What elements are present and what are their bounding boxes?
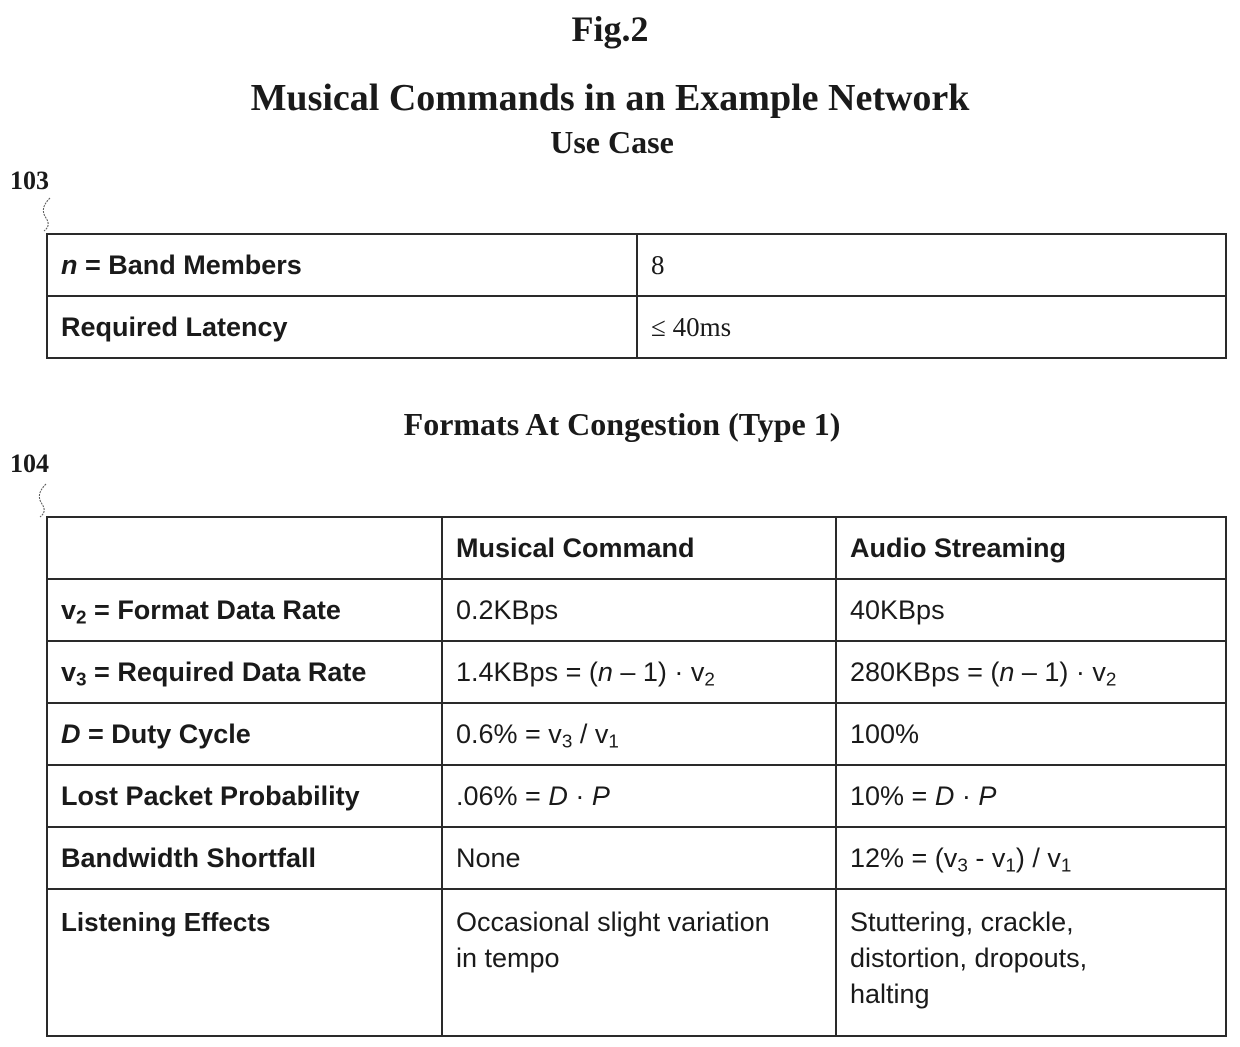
header-row: Musical Command Audio Streaming <box>46 516 1227 580</box>
formula-part: 1.4KBps = ( <box>456 656 598 687</box>
row-label: v3 = Required Data Rate <box>46 640 443 704</box>
text-line: Occasional slight variation <box>456 907 770 937</box>
label-sub: 2 <box>76 607 87 629</box>
table-row: v3 = Required Data Rate 1.4KBps = (n – 1… <box>46 640 1227 704</box>
text-line: in tempo <box>456 943 560 973</box>
formula-part: / v <box>572 718 609 749</box>
variable-n: n <box>597 656 613 687</box>
formula-sub: 1 <box>1060 855 1072 877</box>
label-text: = Band Members <box>77 249 302 280</box>
formula-part: · <box>954 780 979 811</box>
table-row: Bandwidth Shortfall None 12% = (v3 - v1)… <box>46 826 1227 890</box>
table-row: n = Band Members 8 <box>46 233 1227 297</box>
formula-sub: 2 <box>704 669 715 691</box>
formula-part: - v <box>967 842 1006 873</box>
variable-p: P <box>591 780 610 811</box>
cell-musical-command: .06% = D · P <box>441 764 837 828</box>
formula-part: · <box>567 780 592 811</box>
reference-number-103: 103 <box>10 166 49 195</box>
cell-audio-streaming: Stuttering, crackle, distortion, dropouts… <box>835 888 1227 1037</box>
text-line: Stuttering, crackle, <box>850 907 1074 937</box>
row-value: ≤ 40ms <box>636 295 1227 359</box>
figure-title: Musical Commands in an Example Network <box>250 77 970 119</box>
cell-musical-command: Occasional slight variation in tempo <box>441 888 837 1037</box>
cell-audio-streaming: 100% <box>835 702 1227 766</box>
text-line: distortion, dropouts, <box>850 943 1088 973</box>
formula-part: 280KBps = ( <box>850 656 1000 687</box>
header-empty <box>46 516 443 580</box>
table-row: Listening Effects Occasional slight vari… <box>46 888 1227 1037</box>
formula-part: .06% = <box>456 780 549 811</box>
row-label: Bandwidth Shortfall <box>46 826 443 890</box>
header-musical-command: Musical Command <box>441 516 837 580</box>
formula-sub: 2 <box>1105 669 1117 691</box>
formula-part: – 1) · v <box>1014 656 1106 687</box>
cell-musical-command: 0.6% = v3 / v1 <box>441 702 837 766</box>
leader-line-icon <box>38 483 47 518</box>
figure-subtitle: Use Case <box>550 124 674 160</box>
formula-part: 12% = (v <box>850 842 958 873</box>
variable-d: D <box>548 780 568 811</box>
label-text: = Required Data Rate <box>86 656 367 687</box>
row-value: 8 <box>636 233 1227 297</box>
table-row: D = Duty Cycle 0.6% = v3 / v1 100% <box>46 702 1227 766</box>
figure-label: Fig.2 <box>571 9 649 49</box>
formats-table: Musical Command Audio Streaming v2 = For… <box>46 516 1227 1037</box>
cell-musical-command: 0.2KBps <box>441 578 837 642</box>
variable-n: n <box>61 249 78 280</box>
formula-sub: 3 <box>957 855 968 877</box>
formula-part: – 1) · v <box>612 656 705 687</box>
formats-table-title: Formats At Congestion (Type 1) <box>403 406 841 442</box>
formula-sub: 1 <box>1005 855 1016 877</box>
formula-sub: 3 <box>561 731 573 753</box>
formula-part: ) / v <box>1015 842 1061 873</box>
row-label: Listening Effects <box>46 888 443 1037</box>
row-label: Required Latency <box>46 295 638 359</box>
use-case-table: n = Band Members 8 Required Latency ≤ 40… <box>46 233 1227 359</box>
formula-part: 10% = <box>850 780 935 811</box>
row-label: n = Band Members <box>46 233 638 297</box>
formula-part: 0.6% = v <box>456 718 562 749</box>
label-var: v <box>61 594 77 625</box>
cell-audio-streaming: 12% = (v3 - v1) / v1 <box>835 826 1227 890</box>
text-line: halting <box>850 979 930 1009</box>
label-text: = Format Data Rate <box>86 594 341 625</box>
cell-musical-command: None <box>441 826 837 890</box>
table-row: v2 = Format Data Rate 0.2KBps 40KBps <box>46 578 1227 642</box>
variable-d: D <box>934 780 955 811</box>
cell-audio-streaming: 10% = D · P <box>835 764 1227 828</box>
variable-d: D <box>61 718 81 749</box>
row-label: D = Duty Cycle <box>46 702 443 766</box>
formula-sub: 1 <box>608 731 619 753</box>
cell-audio-streaming: 40KBps <box>835 578 1227 642</box>
row-label: Lost Packet Probability <box>46 764 443 828</box>
reference-number-104: 104 <box>10 449 49 478</box>
cell-audio-streaming: 280KBps = (n – 1) · v2 <box>835 640 1227 704</box>
header-audio-streaming: Audio Streaming <box>835 516 1227 580</box>
variable-p: P <box>978 780 997 811</box>
cell-musical-command: 1.4KBps = (n – 1) · v2 <box>441 640 837 704</box>
variable-n: n <box>999 656 1015 687</box>
label-text: = Duty Cycle <box>80 718 251 749</box>
table-row: Lost Packet Probability .06% = D · P 10%… <box>46 764 1227 828</box>
label-sub: 3 <box>76 669 87 691</box>
row-label: v2 = Format Data Rate <box>46 578 443 642</box>
leader-line-icon <box>42 197 51 232</box>
label-var: v <box>61 656 77 687</box>
table-row: Required Latency ≤ 40ms <box>46 295 1227 359</box>
